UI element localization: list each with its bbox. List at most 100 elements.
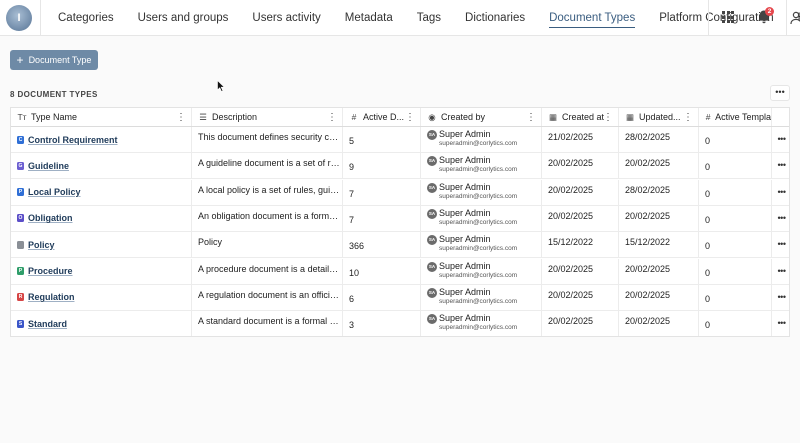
type-name-cell[interactable]: P Procedure	[11, 258, 192, 284]
active-documents-cell: 5	[343, 127, 421, 152]
document-type-icon: S	[17, 319, 24, 328]
creator-email: superadmin@corlytics.com	[439, 140, 518, 147]
description-cell: A standard document is a formal gui...	[192, 311, 343, 336]
active-documents-cell: 3	[343, 311, 421, 336]
column-menu-icon[interactable]: ⋮	[405, 112, 415, 123]
column-header-label: Active Templa	[715, 112, 771, 122]
active-documents-cell: 7	[343, 205, 421, 231]
column-header-type-name[interactable]: Tт Type Name ⋮	[11, 108, 192, 126]
updated-at-cell: 28/02/2025	[619, 127, 699, 152]
document-type-icon: P	[17, 267, 24, 275]
type-name-link[interactable]: Local Policy	[28, 187, 81, 197]
created-at-cell: 20/02/2025	[542, 284, 619, 310]
type-name-cell[interactable]: S Standard	[11, 311, 192, 336]
created-by-cell: SA Super Admin superadmin@corlytics.com	[421, 153, 542, 179]
creator-name: Super Admin	[439, 155, 491, 166]
column-header-created-by[interactable]: ◉ Created by ⋮	[421, 108, 542, 126]
column-menu-icon[interactable]: ⋮	[603, 112, 613, 123]
table-row[interactable]: P Procedure A procedure document is a deta…	[11, 258, 789, 285]
creator-name: Super Admin	[439, 207, 491, 218]
type-name-cell[interactable]: P Local Policy	[11, 179, 192, 205]
apps-grid-icon[interactable]	[722, 11, 734, 23]
column-menu-icon[interactable]: ⋮	[683, 112, 693, 123]
nav-item-dictionaries[interactable]: Dictionaries	[453, 0, 537, 36]
updated-at-cell: 28/02/2025	[619, 179, 699, 205]
nav-item-metadata[interactable]: Metadata	[333, 0, 405, 36]
nav-item-users-activity[interactable]: Users activity	[240, 0, 332, 36]
creator-email: superadmin@corlytics.com	[439, 166, 518, 174]
created-by-cell: SA Super Admin superadmin@corlytics.com	[421, 258, 542, 284]
notification-badge: 2	[765, 7, 774, 16]
type-name-cell[interactable]: C Control Requirement	[11, 127, 192, 152]
type-name-link[interactable]: Obligation	[28, 213, 73, 223]
description-cell: Policy	[192, 232, 343, 258]
column-header-active-d[interactable]: # Active D... ⋮	[343, 108, 421, 126]
table-row[interactable]: Policy Policy 366 SA Super Admin superadmin@c…	[11, 232, 789, 259]
creator-email: superadmin@corlytics.com	[439, 271, 518, 279]
column-header-updated[interactable]: ▦ Updated... ⋮	[619, 108, 699, 126]
type-name-cell[interactable]: O Obligation	[11, 205, 192, 231]
nav-item-tags[interactable]: Tags	[405, 0, 453, 36]
creator-name: Super Admin	[439, 234, 491, 245]
row-actions-button[interactable]: •••	[771, 127, 789, 152]
add-document-type-button[interactable]: + Document Type	[10, 50, 98, 70]
document-types-count: 8 DOCUMENT TYPES	[10, 90, 98, 99]
row-actions-button[interactable]: •••	[771, 205, 789, 231]
updated-at-cell: 20/02/2025	[619, 311, 699, 336]
avatar: SA	[427, 156, 437, 167]
column-header-label: Created at	[562, 112, 605, 122]
user-icon[interactable]	[790, 11, 800, 25]
nav-item-categories[interactable]: Categories	[46, 0, 126, 36]
row-actions-button[interactable]: •••	[771, 153, 789, 179]
table-options-button[interactable]: •••	[770, 85, 790, 101]
column-header-created-at[interactable]: ▦ Created at ⋮	[542, 108, 619, 126]
table-row[interactable]: O Obligation An obligation document is a f…	[11, 205, 789, 232]
type-name-link[interactable]: Guideline	[28, 161, 69, 171]
active-documents-cell: 6	[343, 284, 421, 310]
type-name-cell[interactable]: R Regulation	[11, 284, 192, 310]
type-name-cell[interactable]: G Guideline	[11, 153, 192, 179]
table-row[interactable]: G Guideline A guideline document is a set …	[11, 153, 789, 180]
column-header-active-templa[interactable]: # Active Templa	[699, 108, 771, 126]
row-actions-button[interactable]: •••	[771, 258, 789, 284]
description-cell: A regulation document is an official ...	[192, 284, 343, 310]
column-header-label: Updated...	[639, 112, 681, 122]
column-menu-icon[interactable]: ⋮	[176, 112, 186, 123]
created-by-cell: SA Super Admin superadmin@corlytics.com	[421, 205, 542, 231]
document-type-icon: P	[17, 188, 24, 197]
table-row[interactable]: C Control Requirement This document define…	[11, 127, 789, 153]
type-name-link[interactable]: Control Requirement	[28, 135, 118, 145]
row-actions-button[interactable]: •••	[771, 232, 789, 258]
plus-icon: +	[16, 53, 24, 67]
description-cell: A guideline document is a set of rec...	[192, 153, 343, 179]
type-name-link[interactable]: Policy	[28, 240, 55, 250]
app-logo[interactable]: I	[6, 5, 32, 31]
table-row[interactable]: P Local Policy A local policy is a set of …	[11, 179, 789, 206]
active-templates-cell: 0	[705, 241, 711, 252]
nav-item-document-types[interactable]: Document Types	[537, 0, 647, 36]
type-name-link[interactable]: Regulation	[28, 292, 75, 302]
active-templates-cell: 0	[705, 320, 711, 331]
column-menu-icon[interactable]: ⋮	[327, 112, 337, 123]
creator-email: superadmin@corlytics.com	[439, 324, 518, 332]
type-name-cell[interactable]: Policy	[11, 232, 192, 258]
type-name-link[interactable]: Standard	[28, 319, 67, 329]
column-header-description[interactable]: ☰ Description ⋮	[192, 108, 343, 126]
created-at-cell: 20/02/2025	[542, 179, 619, 205]
avatar: SA	[427, 130, 437, 140]
column-menu-icon[interactable]: ⋮	[526, 112, 536, 123]
nav-item-users-and-groups[interactable]: Users and groups	[126, 0, 241, 36]
table-row[interactable]: S Standard A standard document is a formal…	[11, 311, 789, 336]
row-actions-button[interactable]: •••	[771, 284, 789, 310]
calendar-icon: ▦	[625, 111, 635, 122]
created-at-cell: 15/12/2022	[542, 232, 619, 258]
creator-email: superadmin@corlytics.com	[439, 192, 518, 200]
row-actions-button[interactable]: •••	[771, 179, 789, 205]
creator-email: superadmin@corlytics.com	[439, 245, 518, 253]
row-actions-button[interactable]: •••	[771, 311, 789, 336]
main-nav: Categories Users and groups Users activity…	[46, 0, 800, 36]
type-name-link[interactable]: Procedure	[28, 266, 73, 276]
description-cell: A procedure document is a detailed,...	[192, 258, 343, 284]
table-row[interactable]: R Regulation A regulation document is an o…	[11, 284, 789, 311]
created-at-cell: 20/02/2025	[542, 311, 619, 336]
